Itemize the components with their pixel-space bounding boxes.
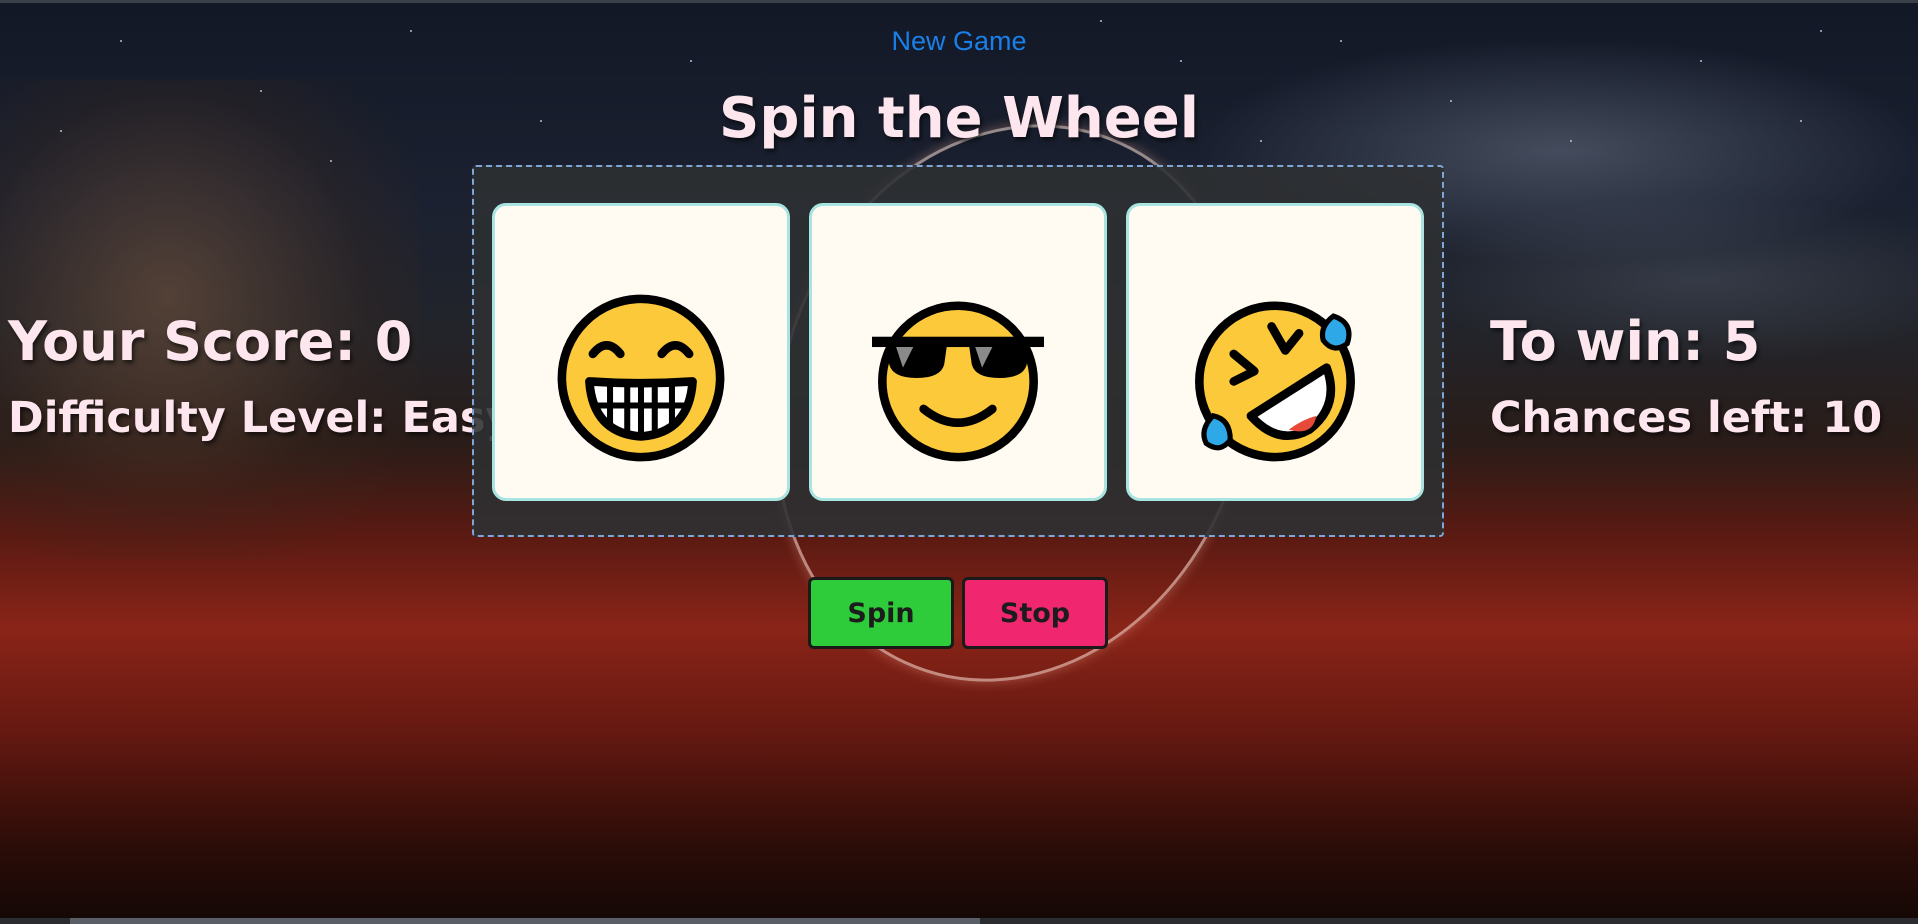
rolling-on-the-floor-laughing-icon — [1195, 301, 1355, 462]
difficulty-display: Difficulty Level: Easy — [8, 393, 514, 443]
stop-button[interactable]: Stop — [962, 577, 1108, 649]
new-game-link[interactable]: New Game — [0, 26, 1918, 57]
page-title: Spin the Wheel — [719, 86, 1199, 151]
score-display: Your Score: 0 — [8, 310, 413, 373]
window-top-edge — [0, 0, 1918, 3]
spin-button[interactable]: Spin — [808, 577, 954, 649]
smiling-face-with-sunglasses-icon — [872, 301, 1044, 462]
reel-slot-2 — [809, 203, 1107, 501]
horizontal-scrollbar[interactable] — [0, 918, 1918, 924]
reel-slot-1 — [492, 203, 790, 501]
reel-frame — [472, 165, 1444, 537]
game-page: New Game Spin the Wheel Your Score: 0 Di… — [0, 0, 1918, 924]
reel-slot-3 — [1126, 203, 1424, 501]
scrollbar-thumb[interactable] — [70, 918, 980, 924]
grinning-face-icon — [557, 294, 725, 462]
chances-left-display: Chances left: 10 — [1490, 393, 1883, 443]
to-win-display: To win: 5 — [1490, 310, 1761, 373]
